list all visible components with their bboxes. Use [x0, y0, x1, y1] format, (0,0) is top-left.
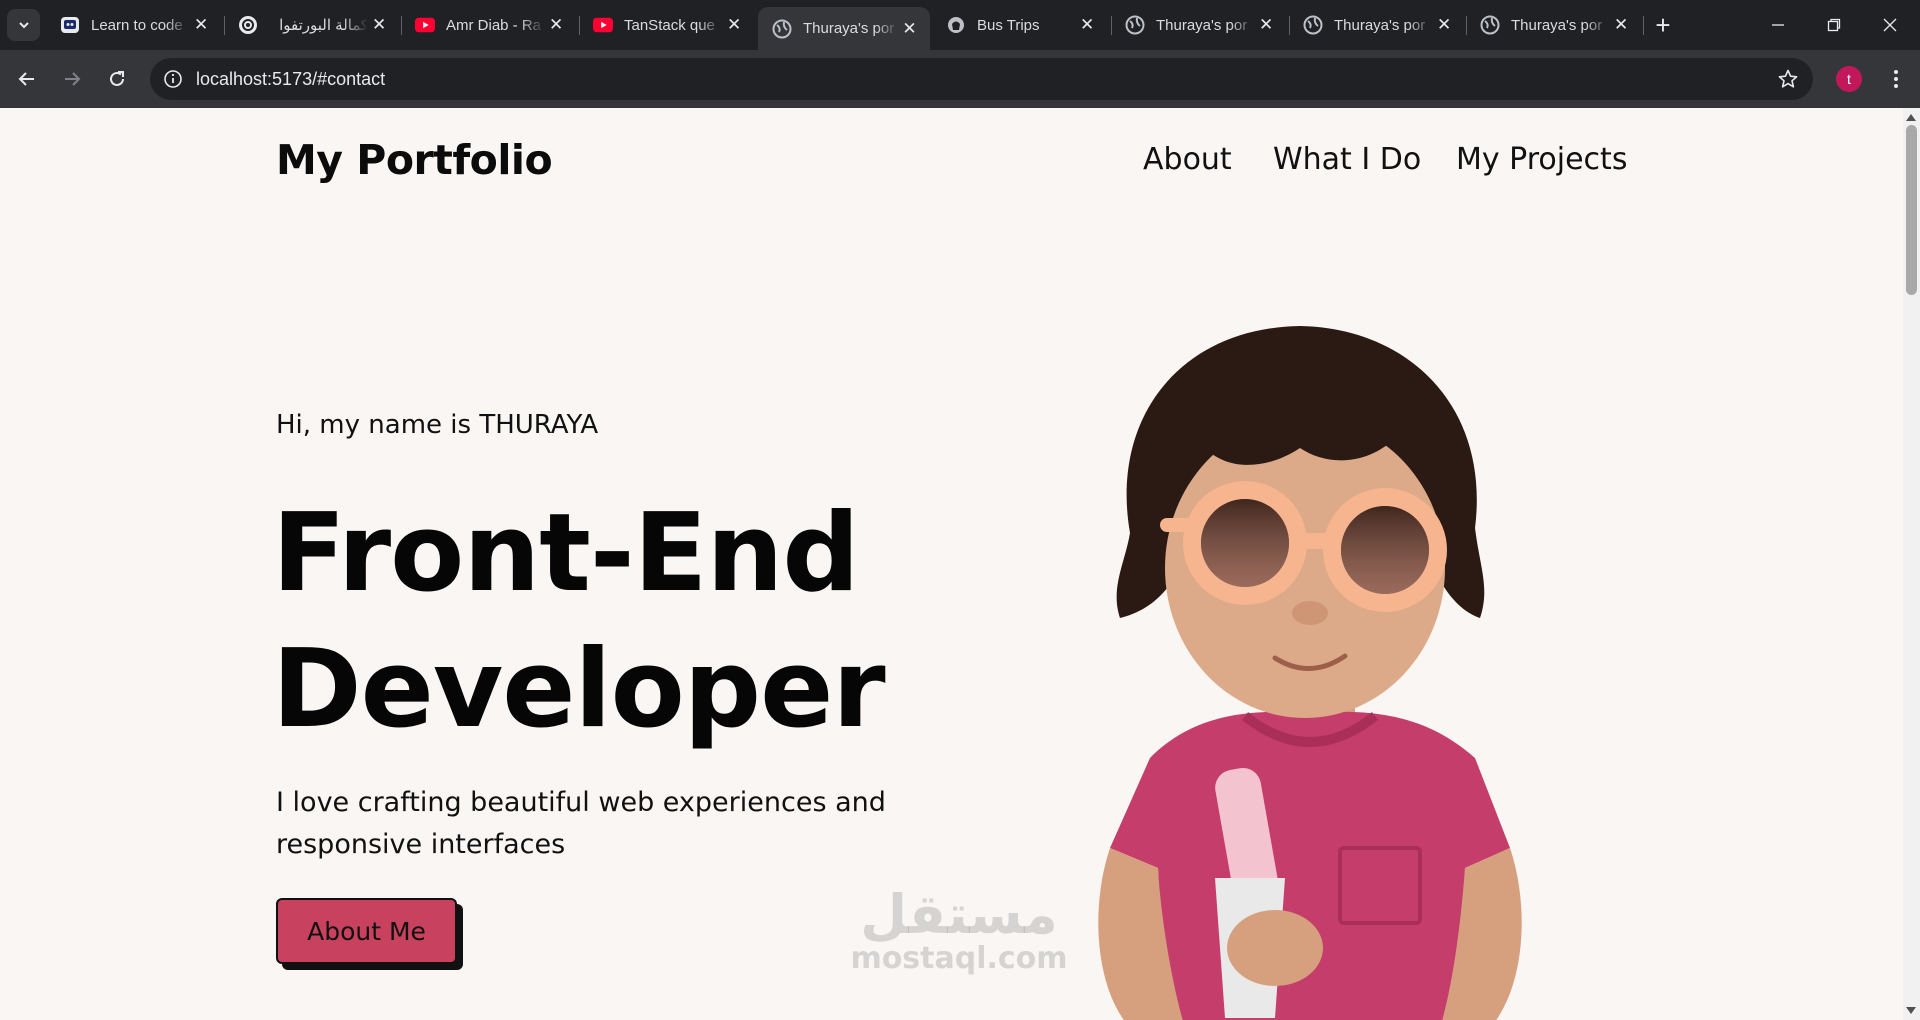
- globe-icon: [772, 19, 792, 39]
- minimize-icon: [1772, 24, 1784, 26]
- scroll-up-arrow[interactable]: [1906, 114, 1916, 121]
- tab-title: TanStack que: [624, 16, 715, 34]
- browser-toolbar: localhost:5173/#contact t: [0, 50, 1920, 108]
- site-logo[interactable]: My Portfolio: [276, 136, 553, 184]
- browser-tab[interactable]: Amr Diab - Ra ✕: [401, 7, 577, 43]
- youtube-icon: [593, 15, 613, 35]
- minimize-button[interactable]: [1750, 0, 1806, 50]
- globe-icon: [1480, 15, 1500, 35]
- globe-icon: [1303, 15, 1323, 35]
- reload-button[interactable]: [101, 63, 133, 95]
- youtube-icon: [415, 15, 435, 35]
- restore-icon: [1827, 18, 1841, 32]
- tab-title: Amr Diab - Ra: [446, 16, 542, 34]
- browser-tab[interactable]: كمالة البورتفوا ✕: [224, 7, 400, 43]
- hero-portrait-image: [1098, 326, 1522, 1020]
- new-tab-button[interactable]: +: [1648, 10, 1678, 40]
- reload-icon: [110, 71, 124, 86]
- nav-my-projects[interactable]: My Projects: [1456, 142, 1627, 177]
- close-icon: [1883, 18, 1897, 32]
- browser-tab[interactable]: TanStack que ✕: [579, 7, 755, 43]
- profile-avatar[interactable]: t: [1836, 66, 1862, 92]
- close-icon[interactable]: ✕: [1255, 14, 1277, 36]
- tab-title: Thuraya's por: [1334, 16, 1426, 34]
- close-icon[interactable]: ✕: [899, 18, 920, 40]
- nav-about[interactable]: About: [1143, 142, 1232, 177]
- chevron-down-icon: [18, 22, 29, 29]
- scrollbar-thumb[interactable]: [1906, 125, 1917, 295]
- arrow-right-icon: [65, 72, 81, 86]
- back-button[interactable]: [11, 63, 43, 95]
- browser-tab[interactable]: Thuraya's por ✕: [1111, 7, 1287, 43]
- about-me-button[interactable]: About Me: [276, 898, 457, 964]
- hero-headline-line2: Developer: [272, 627, 886, 752]
- github-icon: [946, 15, 966, 35]
- close-icon[interactable]: ✕: [1076, 14, 1098, 36]
- watermark-arabic: مستقل: [860, 883, 1058, 946]
- chatgpt-icon: [238, 15, 258, 35]
- forward-button[interactable]: [56, 63, 88, 95]
- tab-title: Thuraya's por: [1156, 16, 1248, 34]
- tab-title: Thuraya's por: [1511, 16, 1603, 34]
- page-scrollbar[interactable]: [1903, 108, 1920, 1020]
- browser-tab[interactable]: Thuraya's por ✕: [1466, 7, 1642, 43]
- close-icon[interactable]: ✕: [1433, 14, 1455, 36]
- tab-divider: [1643, 16, 1644, 35]
- tab-search-button[interactable]: [7, 9, 40, 41]
- close-icon[interactable]: ✕: [368, 14, 390, 36]
- kebab-menu-icon: [1894, 70, 1898, 88]
- browser-menu-button[interactable]: [1880, 63, 1912, 95]
- tab-title: Thuraya's por: [803, 20, 895, 37]
- scroll-down-arrow[interactable]: [1906, 1007, 1916, 1014]
- close-icon[interactable]: ✕: [190, 14, 212, 36]
- hero-greeting: Hi, my name is THURAYA: [276, 410, 599, 440]
- close-icon[interactable]: ✕: [723, 14, 745, 36]
- watermark-logo: مستقل mostaql.com: [843, 883, 1075, 976]
- nav-what-i-do[interactable]: What I Do: [1273, 142, 1421, 177]
- close-window-button[interactable]: [1862, 0, 1918, 50]
- browser-tab[interactable]: Learn to code ✕: [46, 7, 222, 43]
- hero-tagline: I love crafting beautiful web experience…: [276, 787, 886, 860]
- hero-headline-line1: Front-End: [272, 491, 860, 616]
- browser-tab-active[interactable]: Thuraya's por ✕: [758, 7, 930, 50]
- info-icon[interactable]: [162, 68, 184, 90]
- url-text[interactable]: localhost:5173/#contact: [196, 69, 385, 90]
- code-site-icon: [60, 15, 80, 35]
- watermark-latin: mostaql.com: [850, 941, 1068, 976]
- page-viewport: My Portfolio About What I Do My Projects…: [0, 108, 1920, 1020]
- restore-button[interactable]: [1806, 0, 1862, 50]
- close-icon[interactable]: ✕: [545, 14, 567, 36]
- browser-tab[interactable]: Bus Trips ✕: [932, 7, 1108, 43]
- close-icon[interactable]: ✕: [1610, 14, 1632, 36]
- tab-title: كمالة البورتفوا: [279, 17, 369, 34]
- browser-tab[interactable]: Thuraya's por ✕: [1289, 7, 1465, 43]
- tab-strip: Learn to code ✕ كمالة البورتفوا ✕ Amr Di…: [0, 0, 1920, 50]
- address-bar[interactable]: localhost:5173/#contact: [150, 58, 1813, 100]
- globe-icon: [1125, 15, 1145, 35]
- tab-title: Bus Trips: [977, 16, 1040, 34]
- bookmark-star-icon[interactable]: [1777, 68, 1799, 90]
- arrow-left-icon: [18, 72, 34, 86]
- tab-title: Learn to code: [91, 16, 183, 34]
